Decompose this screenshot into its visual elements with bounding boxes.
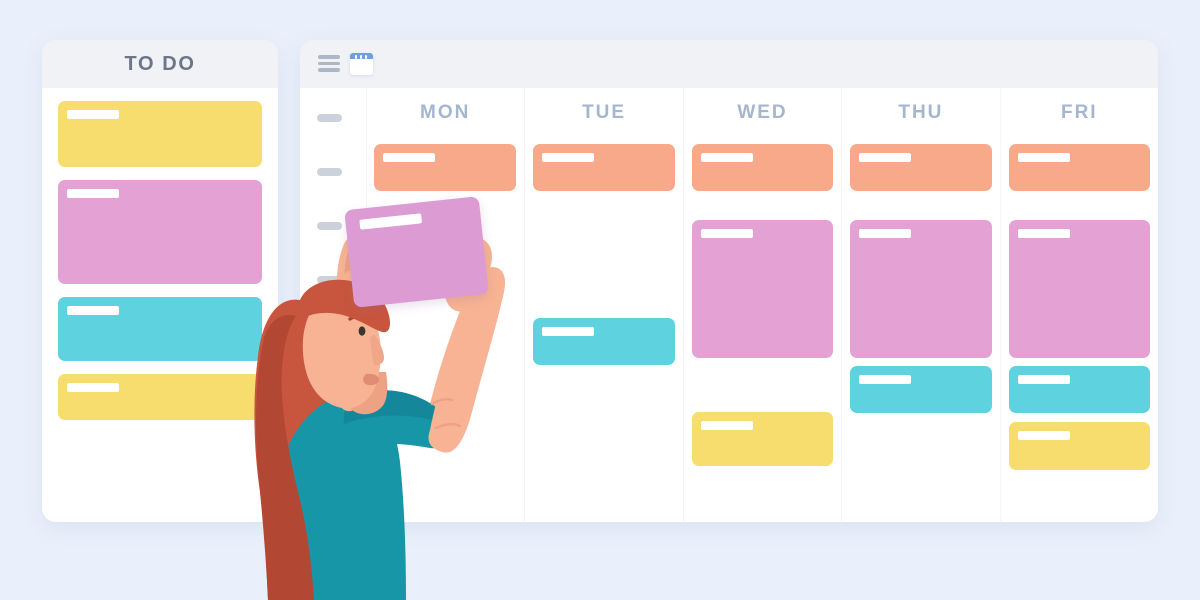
card-text-placeholder: [67, 189, 119, 198]
event-card-salmon[interactable]: [850, 144, 992, 191]
event-card-yellow[interactable]: [691, 412, 834, 466]
card-text-placeholder: [700, 421, 753, 430]
event-card-salmon[interactable]: [1008, 144, 1150, 191]
card-text-placeholder: [383, 153, 435, 162]
calendar-icon-peg: [355, 54, 357, 59]
day-column-fri: FRI: [999, 88, 1158, 522]
day-events-thu: [850, 144, 992, 522]
day-header-tue: TUE: [582, 102, 627, 123]
todo-panel-header: TO DO: [42, 40, 278, 88]
calendar-icon[interactable]: [350, 53, 373, 75]
card-text-placeholder: [359, 213, 423, 230]
day-header-mon: MON: [420, 102, 471, 123]
calendar-icon-peg: [360, 54, 362, 59]
day-events-tue: [533, 144, 675, 522]
time-slot-marker: [317, 222, 342, 230]
calendar-toolbar: [300, 40, 1158, 88]
event-card-pink[interactable]: [850, 220, 992, 358]
day-column-thu: THU: [841, 88, 999, 522]
event-card-yellow[interactable]: [1008, 422, 1150, 470]
time-slot-marker: [317, 168, 342, 176]
event-card-pink[interactable]: [1008, 220, 1150, 358]
time-slot-marker: [317, 114, 342, 122]
card-text-placeholder: [1017, 153, 1070, 162]
todo-card-cyan[interactable]: [58, 297, 262, 361]
scene: TO DO MON TUE WED THU FRI: [0, 0, 1200, 600]
todo-card-list: [42, 88, 278, 522]
event-card-salmon[interactable]: [533, 144, 675, 191]
card-text-placeholder: [1017, 375, 1070, 384]
event-card-cyan[interactable]: [1008, 366, 1150, 413]
todo-panel: TO DO: [42, 40, 278, 522]
day-column-tue: TUE: [524, 88, 682, 522]
event-card-pink[interactable]: [691, 220, 834, 358]
calendar-grid: MON TUE WED THU FRI: [366, 88, 1158, 522]
event-card-cyan[interactable]: [533, 318, 675, 365]
day-column-wed: WED: [682, 88, 841, 522]
day-header-fri: FRI: [1060, 102, 1098, 123]
day-header-thu: THU: [898, 102, 944, 123]
event-card-cyan[interactable]: [850, 366, 992, 413]
hamburger-bar: [318, 61, 340, 65]
hamburger-bar: [318, 68, 340, 72]
card-text-placeholder: [67, 306, 119, 315]
card-text-placeholder: [67, 110, 119, 119]
card-text-placeholder: [700, 153, 753, 162]
day-events-wed: [691, 144, 834, 522]
card-text-placeholder: [859, 229, 912, 238]
event-card-salmon[interactable]: [374, 144, 517, 191]
hamburger-bar: [318, 55, 340, 59]
event-card-salmon[interactable]: [691, 144, 834, 191]
card-text-placeholder: [1017, 229, 1070, 238]
card-text-placeholder: [859, 375, 912, 384]
day-events-fri: [1008, 144, 1150, 522]
time-slot-marker: [317, 276, 342, 284]
calendar-icon-peg: [365, 54, 367, 59]
card-text-placeholder: [542, 153, 595, 162]
dragged-task-card[interactable]: [344, 196, 489, 308]
todo-card-pink[interactable]: [58, 180, 262, 284]
hamburger-menu-icon[interactable]: [318, 55, 340, 72]
card-text-placeholder: [67, 383, 119, 392]
todo-card-yellow-2[interactable]: [58, 374, 262, 420]
card-text-placeholder: [700, 229, 753, 238]
card-text-placeholder: [542, 327, 595, 336]
card-text-placeholder: [1017, 431, 1070, 440]
page-title: TO DO: [124, 52, 196, 75]
todo-card-yellow-1[interactable]: [58, 101, 262, 167]
day-header-wed: WED: [737, 102, 788, 123]
card-text-placeholder: [859, 153, 912, 162]
day-column-mon: MON: [366, 88, 524, 522]
